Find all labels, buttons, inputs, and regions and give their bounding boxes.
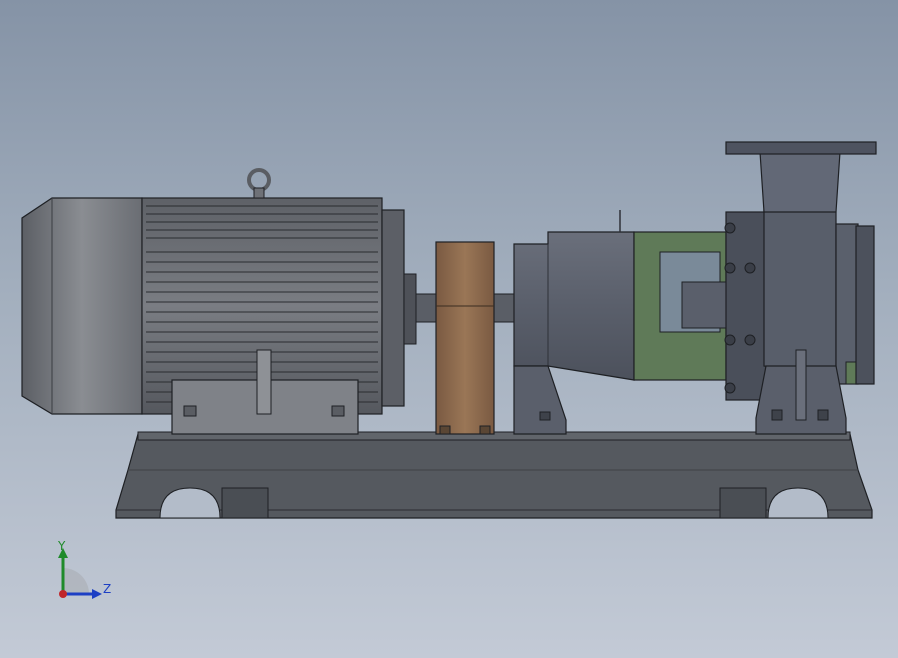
y-axis-label: Y — [57, 539, 66, 553]
pump-assembly-model[interactable] — [0, 0, 898, 658]
base-frame[interactable] — [115, 431, 873, 519]
x-axis-origin-dot — [59, 590, 67, 598]
z-axis-arrowhead — [92, 589, 102, 599]
orientation-triad[interactable]: Y Z — [50, 538, 120, 608]
bearing-frame[interactable] — [513, 210, 635, 435]
pump-volute[interactable] — [724, 141, 877, 435]
coupling-guard[interactable] — [435, 241, 495, 435]
electric-motor[interactable] — [21, 168, 417, 435]
z-axis-label: Z — [103, 582, 111, 596]
triad-plane-shading — [63, 568, 89, 594]
graphics-viewport[interactable]: Y Z — [0, 0, 898, 658]
bearing-adapter[interactable] — [633, 231, 727, 381]
